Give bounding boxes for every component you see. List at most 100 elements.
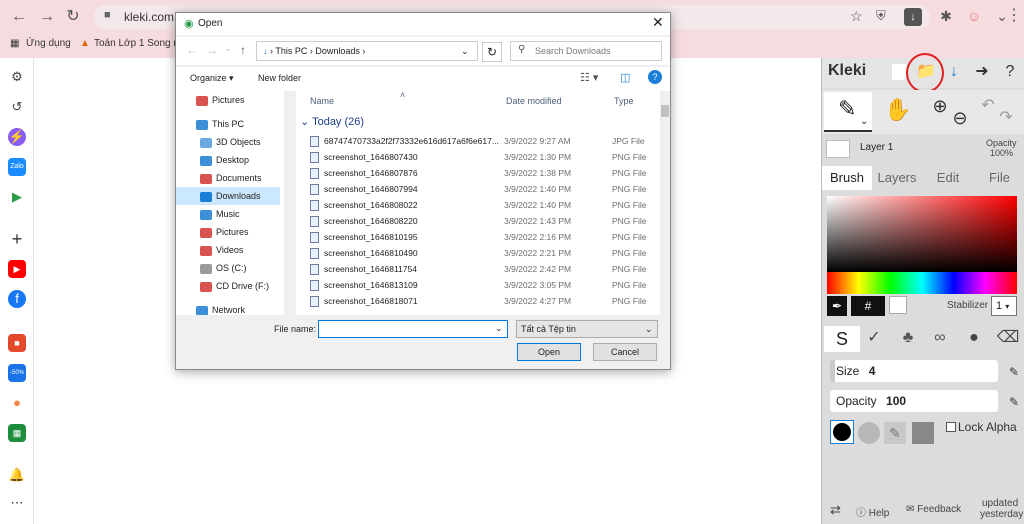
tab-layers[interactable]: Layers bbox=[872, 166, 922, 190]
swap-sides-icon[interactable]: ⇄ bbox=[830, 502, 841, 518]
breadcrumb-this-pc[interactable]: This PC bbox=[275, 46, 307, 56]
brush-opacity-slider[interactable]: Opacity 100 bbox=[830, 390, 998, 412]
file-row[interactable]: screenshot_1646813109 3/9/2022 3:05 PM PNG… bbox=[296, 277, 660, 293]
file-row[interactable]: screenshot_1646807876 3/9/2022 1:38 PM PNG… bbox=[296, 165, 660, 181]
profile-avatar[interactable]: ☺ bbox=[964, 6, 984, 26]
hand-tool-icon[interactable]: ✋ bbox=[884, 98, 911, 122]
organize-button[interactable]: Organize ▾ bbox=[190, 73, 234, 84]
sketchy-brush-icon[interactable]: ♣ bbox=[896, 326, 920, 350]
bookmark-toan-lop-1[interactable]: Toán Lớp 1 Song ng bbox=[94, 38, 185, 49]
nav-item-pictures[interactable]: Pictures bbox=[196, 91, 286, 109]
chevron-down-icon[interactable]: ⌄ bbox=[224, 43, 232, 54]
reload-icon[interactable]: ↻ bbox=[64, 8, 82, 26]
facebook-icon[interactable]: f bbox=[8, 290, 26, 308]
help-icon[interactable]: ? bbox=[648, 70, 662, 84]
chat-app-icon[interactable]: ● bbox=[8, 394, 26, 412]
file-row[interactable]: screenshot_1646808022 3/9/2022 1:40 PM PNG… bbox=[296, 197, 660, 213]
lock-alpha-checkbox[interactable] bbox=[946, 422, 956, 432]
forward-arrow-icon[interactable]: → bbox=[38, 8, 56, 26]
file-row[interactable]: 68747470733a2f2f73332e616d617a6f6e617...… bbox=[296, 133, 660, 149]
hue-slider[interactable] bbox=[827, 272, 1017, 294]
round-tip-button[interactable] bbox=[830, 420, 854, 444]
current-layer-row[interactable]: Layer 1 Opacity 100% bbox=[822, 136, 1024, 166]
brush-tool-button[interactable]: ✎ ⌄ bbox=[824, 92, 872, 132]
feedback-link[interactable]: ✉ Feedback bbox=[906, 504, 961, 515]
deal-app-icon[interactable]: -50% bbox=[8, 364, 26, 382]
messenger-icon[interactable]: ⚡ bbox=[8, 128, 26, 146]
view-options-icon[interactable]: ☷ ▾ bbox=[580, 71, 598, 84]
search-input[interactable]: Search Downloads bbox=[510, 41, 662, 61]
close-icon[interactable]: ✕ bbox=[652, 14, 664, 31]
file-name-input[interactable]: ⌄ bbox=[318, 320, 508, 338]
nav-item-this-pc[interactable]: This PC bbox=[196, 115, 286, 133]
tab-edit[interactable]: Edit bbox=[922, 166, 974, 190]
square-tip-button[interactable] bbox=[912, 422, 934, 444]
hex-input-button[interactable]: # bbox=[851, 296, 885, 316]
menu-icon[interactable]: ⋮ bbox=[1004, 6, 1024, 26]
back-arrow-icon[interactable]: ← bbox=[186, 43, 198, 57]
nav-item-desktop[interactable]: Desktop bbox=[200, 151, 286, 169]
nav-item-music[interactable]: Music bbox=[200, 205, 286, 223]
nav-item-downloads[interactable]: Downloads bbox=[176, 187, 280, 205]
shopping-app-icon[interactable]: ■ bbox=[8, 334, 26, 352]
tab-brush[interactable]: Brush bbox=[822, 166, 872, 190]
shield-icon[interactable]: ⛨ bbox=[876, 8, 886, 24]
edit-pencil-icon[interactable]: ✎ bbox=[1002, 390, 1024, 414]
cancel-button[interactable]: Cancel bbox=[593, 343, 657, 361]
nav-item-os-c[interactable]: OS (C:) bbox=[200, 259, 286, 277]
file-row[interactable]: screenshot_1646818071 3/9/2022 4:27 PM PNG… bbox=[296, 293, 660, 309]
more-options-icon[interactable]: ⋯ bbox=[8, 494, 26, 512]
column-type[interactable]: Type bbox=[614, 91, 634, 111]
star-icon[interactable]: ☆ bbox=[850, 8, 863, 25]
up-arrow-icon[interactable]: ↑ bbox=[240, 43, 246, 57]
chevron-down-icon[interactable]: ⌄ bbox=[860, 116, 868, 127]
nav-item-documents[interactable]: Documents bbox=[200, 169, 286, 187]
soft-tip-button[interactable] bbox=[858, 422, 880, 444]
tab-file[interactable]: File bbox=[974, 166, 1024, 190]
eyedropper-icon[interactable]: ✒ bbox=[827, 296, 847, 316]
column-name[interactable]: Name bbox=[310, 91, 334, 111]
sheets-icon[interactable]: ▦ bbox=[8, 424, 26, 442]
zalo-icon[interactable]: Zalo bbox=[8, 158, 26, 176]
extensions-icon[interactable]: ✱ bbox=[936, 6, 956, 26]
file-row[interactable]: screenshot_1646807430 3/9/2022 1:30 PM PNG… bbox=[296, 149, 660, 165]
eraser-icon[interactable]: ⌫ bbox=[996, 326, 1020, 350]
blend-brush-icon[interactable]: ✓ bbox=[862, 326, 886, 350]
help-circle-icon[interactable]: ? bbox=[998, 60, 1022, 84]
path-breadcrumb[interactable]: ↓ › This PC › Downloads › ⌄ bbox=[256, 41, 478, 61]
nav-item-pictures-2[interactable]: Pictures bbox=[200, 223, 286, 241]
column-date[interactable]: Date modified bbox=[506, 91, 562, 111]
help-link[interactable]: ⓘ Help bbox=[856, 504, 889, 519]
open-button[interactable]: Open bbox=[517, 343, 581, 361]
apps-grid-icon[interactable]: ▦ bbox=[10, 38, 19, 49]
back-arrow-icon[interactable]: ← bbox=[10, 8, 28, 26]
redo-icon[interactable]: ↷ bbox=[994, 106, 1018, 130]
new-folder-button[interactable]: New folder bbox=[258, 73, 301, 83]
file-row[interactable]: screenshot_1646807994 3/9/2022 1:40 PM PNG… bbox=[296, 181, 660, 197]
youtube-icon[interactable]: ▶ bbox=[8, 260, 26, 278]
zoom-out-icon[interactable]: ⊖ bbox=[948, 106, 972, 130]
file-list-scrollbar[interactable] bbox=[660, 91, 670, 315]
breadcrumb-downloads[interactable]: Downloads bbox=[315, 46, 360, 56]
forward-arrow-icon[interactable]: → bbox=[206, 43, 218, 57]
secondary-color-swatch[interactable] bbox=[889, 296, 907, 314]
size-slider[interactable]: Size 4 bbox=[830, 360, 998, 382]
nav-item-videos[interactable]: Videos bbox=[200, 241, 286, 259]
add-icon[interactable]: + bbox=[8, 230, 26, 248]
smudge-brush-icon[interactable]: ● bbox=[962, 326, 986, 350]
nav-scrollbar[interactable] bbox=[284, 91, 294, 315]
settings-gear-icon[interactable]: ⚙ bbox=[8, 68, 26, 86]
edit-pencil-icon[interactable]: ✎ bbox=[1002, 360, 1024, 384]
download-icon[interactable]: ↓ bbox=[904, 8, 922, 26]
pixel-brush-icon[interactable]: ∞ bbox=[928, 326, 952, 350]
chevron-down-icon[interactable]: ⌄ bbox=[495, 323, 503, 334]
notifications-bell-icon[interactable]: 🔔 bbox=[8, 466, 26, 484]
file-row[interactable]: screenshot_1646810490 3/9/2022 2:21 PM PNG… bbox=[296, 245, 660, 261]
game-controller-icon[interactable]: ▶ bbox=[8, 188, 26, 206]
file-row[interactable]: screenshot_1646810195 3/9/2022 2:16 PM PNG… bbox=[296, 229, 660, 245]
chisel-tip-button[interactable]: ✎ bbox=[884, 422, 906, 444]
bookmark-apps[interactable]: Ứng dụng bbox=[26, 38, 71, 49]
file-row[interactable]: screenshot_1646808220 3/9/2022 1:43 PM PNG… bbox=[296, 213, 660, 229]
share-icon[interactable]: ➜ bbox=[970, 60, 994, 84]
chevron-down-icon[interactable]: ⌄ bbox=[461, 42, 469, 60]
